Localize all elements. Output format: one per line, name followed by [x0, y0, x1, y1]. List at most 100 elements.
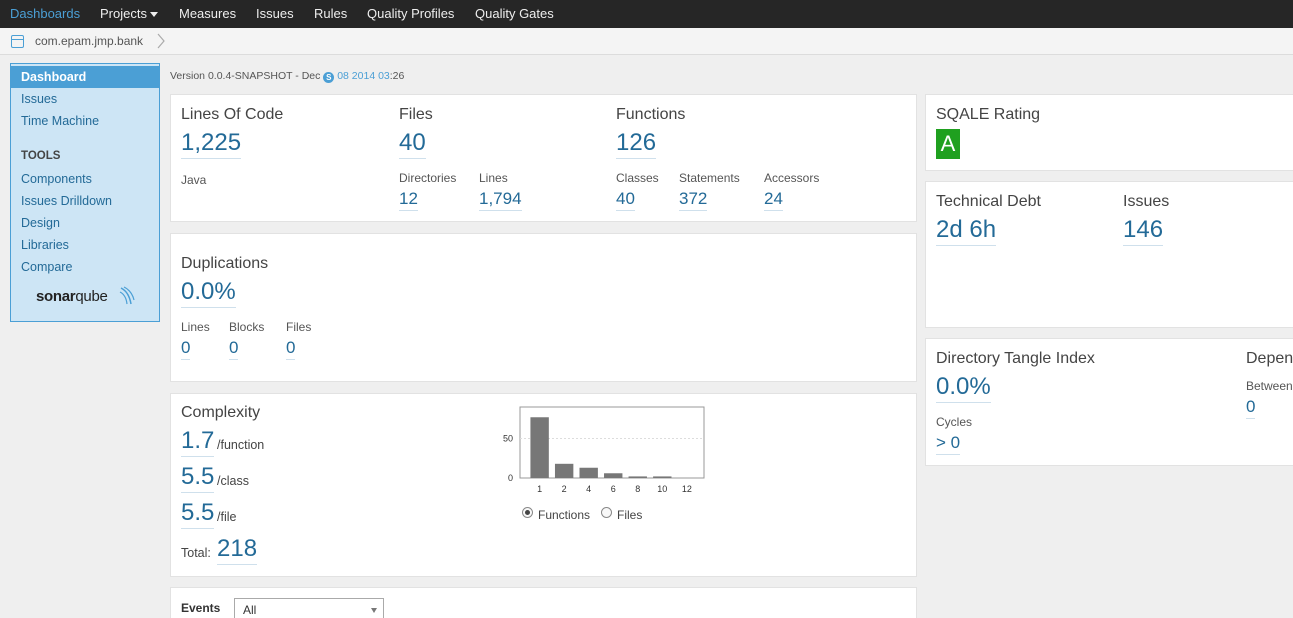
sidebar-item-design[interactable]: Design	[11, 212, 159, 234]
sonar-waves-icon	[119, 286, 135, 305]
chart-bar	[530, 417, 549, 478]
nav-dashboards[interactable]: Dashboards	[10, 6, 80, 21]
chart-x-tick-label: 1	[537, 484, 542, 494]
sidebar-item-compare[interactable]: Compare	[11, 256, 159, 278]
chart-x-tick-label: 8	[635, 484, 640, 494]
complexity-per-class-unit: /class	[217, 474, 249, 488]
version-date-link[interactable]: 08 2014 03	[334, 70, 390, 82]
sidebar-item-time-machine[interactable]: Time Machine	[11, 110, 159, 132]
chart-y-tick-label: 50	[503, 434, 513, 444]
version-time: :26	[389, 70, 405, 82]
dropdown-arrow-icon	[371, 608, 377, 613]
events-filter-value: All	[243, 603, 257, 617]
chevron-right-icon	[157, 33, 165, 49]
complexity-distribution-chart: 0501 2 4 6 8 10 12	[503, 406, 705, 494]
logo-part-sonar: sonar	[36, 288, 76, 305]
skype-icon: S	[323, 72, 335, 83]
chart-y-tick-label: 0	[508, 473, 513, 483]
project-icon	[11, 35, 24, 48]
sidebar-tools-heading: TOOLS	[21, 150, 61, 162]
dup-blocks-value[interactable]: 0	[229, 338, 239, 360]
nav-rules[interactable]: Rules	[314, 6, 347, 21]
nav-measures[interactable]: Measures	[179, 6, 236, 21]
version-text: Version 0.0.4-SNAPSHOT - Dec	[170, 70, 321, 82]
complexity-per-file-unit: /file	[217, 510, 237, 524]
logo-part-qube: qube	[75, 288, 108, 305]
breadcrumb-project[interactable]: com.epam.jmp.bank	[35, 34, 143, 48]
radio-functions[interactable]	[522, 507, 533, 518]
tangle-value[interactable]: 0.0%	[936, 374, 991, 403]
between-value[interactable]: 0	[1246, 397, 1256, 419]
version-line: Version 0.0.4-SNAPSHOT - Dec S 08 2014 0…	[170, 70, 404, 83]
functions-value[interactable]: 126	[616, 130, 657, 159]
sidebar-item-libraries[interactable]: Libraries	[11, 234, 159, 256]
loc-value[interactable]: 1,225	[181, 130, 242, 159]
lines-label: Lines	[479, 171, 508, 185]
nav-projects[interactable]: Projects	[100, 6, 158, 21]
duplications-title: Duplications	[181, 255, 269, 272]
sidebar-item-dashboard[interactable]: Dashboard	[11, 66, 159, 88]
dup-files-label: Files	[286, 320, 312, 334]
sidebar: Dashboard Issues Time Machine TOOLS Comp…	[10, 63, 160, 322]
complexity-per-function-value[interactable]: 1.7	[181, 428, 215, 457]
radio-files[interactable]	[601, 507, 612, 518]
sonarqube-logo: sonarqube	[36, 288, 108, 305]
chart-bar	[628, 476, 647, 478]
chart-x-tick-label: 6	[611, 484, 616, 494]
between-label: Between	[1246, 379, 1293, 393]
sidebar-item-components[interactable]: Components	[11, 168, 159, 190]
files-value[interactable]: 40	[399, 130, 426, 159]
files-title: Files	[399, 106, 433, 123]
duplications-value[interactable]: 0.0%	[181, 279, 236, 308]
sidebar-item-issues-drilldown[interactable]: Issues Drilldown	[11, 190, 159, 212]
chart-bar	[554, 463, 574, 478]
tangle-widget: Directory Tangle Index 0.0% Cycles > 0 D…	[925, 338, 1293, 466]
lines-value[interactable]: 1,794	[479, 189, 522, 211]
accessors-label: Accessors	[764, 171, 820, 185]
debt-title: Technical Debt	[936, 193, 1041, 210]
complexity-title: Complexity	[181, 404, 261, 421]
chart-bar	[604, 473, 623, 478]
radio-files-label: Files	[617, 508, 643, 522]
functions-title: Functions	[616, 106, 686, 123]
nav-projects-label: Projects	[100, 6, 147, 21]
size-widget: Lines Of Code 1,225 Java Files 40 Direct…	[170, 94, 917, 222]
chart-x-tick-label: 10	[657, 484, 667, 494]
dup-files-value[interactable]: 0	[286, 338, 296, 360]
sqale-rating-badge[interactable]: A	[936, 129, 960, 159]
directories-label: Directories	[399, 171, 457, 185]
nav-quality-profiles[interactable]: Quality Profiles	[367, 6, 454, 21]
top-nav: Dashboards Projects Measures Issues Rule…	[0, 0, 1293, 28]
classes-value[interactable]: 40	[616, 189, 635, 211]
events-title: Events	[181, 601, 221, 615]
chart-x-tick-label: 2	[562, 484, 567, 494]
dependencies-title: Depend	[1246, 350, 1293, 367]
events-filter-select[interactable]: All	[234, 598, 384, 618]
sidebar-item-issues[interactable]: Issues	[11, 88, 159, 110]
complexity-total-value[interactable]: 218	[217, 536, 258, 565]
dup-lines-label: Lines	[181, 320, 210, 334]
radio-functions-label: Functions	[538, 508, 591, 522]
directories-value[interactable]: 12	[399, 189, 418, 211]
issues-value[interactable]: 146	[1123, 217, 1164, 246]
chart-bar	[653, 476, 672, 478]
complexity-per-class-value[interactable]: 5.5	[181, 464, 215, 493]
cycles-value[interactable]: > 0	[936, 433, 961, 455]
language-label: Java	[181, 173, 207, 187]
nav-issues[interactable]: Issues	[256, 6, 294, 21]
complexity-total-label: Total:	[181, 546, 211, 560]
statements-label: Statements	[679, 171, 740, 185]
issues-title: Issues	[1123, 193, 1170, 210]
classes-label: Classes	[616, 171, 659, 185]
loc-title: Lines Of Code	[181, 106, 284, 123]
statements-value[interactable]: 372	[679, 189, 708, 211]
complexity-per-file-value[interactable]: 5.5	[181, 500, 215, 529]
sqale-title: SQALE Rating	[936, 106, 1041, 123]
chevron-down-icon	[149, 12, 158, 18]
debt-value[interactable]: 2d 6h	[936, 217, 997, 246]
complexity-per-function-unit: /function	[217, 438, 265, 452]
nav-quality-gates[interactable]: Quality Gates	[475, 6, 554, 21]
dup-lines-value[interactable]: 0	[181, 338, 191, 360]
technical-debt-widget: Technical Debt 2d 6h Issues 146	[925, 181, 1293, 328]
accessors-value[interactable]: 24	[764, 189, 783, 211]
